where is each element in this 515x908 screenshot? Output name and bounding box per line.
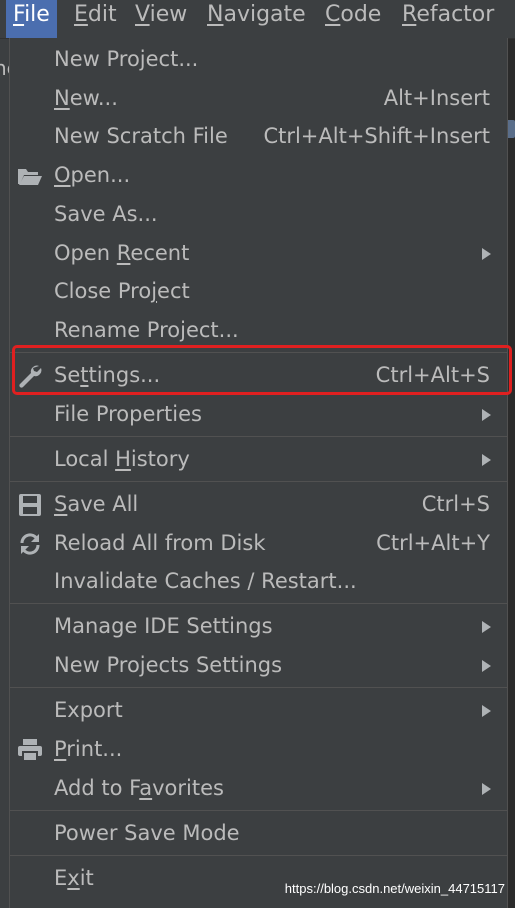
- menu-item-label: Local History: [54, 447, 190, 471]
- menu-item-shortcut: Ctrl+Alt+Shift+Insert: [263, 124, 490, 148]
- submenu-arrow-icon: [482, 409, 491, 421]
- menu-item-new-scratch-file[interactable]: New Scratch File Ctrl+Alt+Shift+Insert: [10, 117, 507, 156]
- menu-item-label: Add to Favorites: [54, 776, 224, 800]
- menu-item-label: Manage IDE Settings: [54, 614, 273, 638]
- menu-item-power-save-mode[interactable]: Power Save Mode: [10, 814, 507, 853]
- menu-item-label: Export: [54, 698, 123, 722]
- menu-item-invalidate-caches[interactable]: Invalidate Caches / Restart...: [10, 562, 507, 601]
- menu-separator: [10, 810, 507, 811]
- menu-item-label: New Projects Settings: [54, 653, 283, 677]
- submenu-arrow-icon: [482, 621, 491, 633]
- menu-item-label: Power Save Mode: [54, 821, 240, 845]
- submenu-arrow-icon: [482, 783, 491, 795]
- menu-separator: [10, 436, 507, 437]
- main-menubar: File Edit View Navigate Code Refactor: [0, 0, 515, 39]
- menu-item-label: Reload All from Disk: [54, 531, 266, 555]
- editor-background-right: [508, 38, 515, 908]
- menu-separator: [10, 687, 507, 688]
- menu-item-local-history[interactable]: Local History: [10, 440, 507, 479]
- submenu-arrow-icon: [482, 705, 491, 717]
- menu-item-close-project[interactable]: Close Project: [10, 272, 507, 311]
- menu-item-add-to-favorites[interactable]: Add to Favorites: [10, 769, 507, 808]
- menu-file[interactable]: File: [6, 0, 57, 38]
- menu-item-label: Open...: [54, 163, 131, 187]
- submenu-arrow-icon: [482, 454, 491, 466]
- menu-item-shortcut: Alt+Insert: [383, 86, 490, 110]
- menu-item-export[interactable]: Export: [10, 691, 507, 730]
- menu-item-shortcut: Ctrl+Alt+Y: [376, 531, 490, 555]
- menu-item-manage-ide-settings[interactable]: Manage IDE Settings: [10, 607, 507, 646]
- menu-item-label: Open Recent: [54, 241, 190, 265]
- menu-separator: [10, 603, 507, 604]
- menu-item-print[interactable]: Print...: [10, 730, 507, 769]
- menu-item-label: Save As...: [54, 202, 158, 226]
- menu-separator: [10, 855, 507, 856]
- menu-item-shortcut: Ctrl+S: [421, 492, 490, 516]
- submenu-arrow-icon: [482, 248, 491, 260]
- menu-item-new-projects-settings[interactable]: New Projects Settings: [10, 646, 507, 685]
- save-icon: [17, 492, 43, 518]
- menu-item-save-all[interactable]: Save All Ctrl+S: [10, 485, 507, 524]
- print-icon: [17, 737, 43, 763]
- menu-item-file-properties[interactable]: File Properties: [10, 395, 507, 434]
- menu-item-label: Invalidate Caches / Restart...: [54, 569, 357, 593]
- menu-item-save-as[interactable]: Save As...: [10, 195, 507, 234]
- menu-item-new[interactable]: New... Alt+Insert: [10, 79, 507, 118]
- menu-code[interactable]: Code: [318, 0, 388, 38]
- menu-item-open-recent[interactable]: Open Recent: [10, 234, 507, 273]
- menu-edit[interactable]: Edit: [67, 0, 124, 38]
- menu-item-reload-all[interactable]: Reload All from Disk Ctrl+Alt+Y: [10, 524, 507, 563]
- menu-item-label: Print...: [54, 737, 123, 761]
- menu-item-label: Exit: [54, 866, 94, 890]
- menu-item-new-project[interactable]: New Project...: [10, 40, 507, 79]
- menu-refactor[interactable]: Refactor: [395, 0, 501, 38]
- menu-item-label: New Project...: [54, 47, 199, 71]
- menu-item-label: Close Project: [54, 279, 190, 303]
- menu-item-open[interactable]: Open...: [10, 156, 507, 195]
- menu-item-label: New Scratch File: [54, 124, 228, 148]
- menu-view[interactable]: View: [128, 0, 194, 38]
- folder-open-icon: [17, 163, 43, 189]
- watermark-url: https://blog.csdn.net/weixin_44715117: [284, 881, 505, 896]
- menu-navigate[interactable]: Navigate: [200, 0, 313, 38]
- menu-item-label: New...: [54, 86, 118, 110]
- file-menu-dropdown: New Project... New... Alt+Insert New Scr…: [9, 38, 508, 908]
- settings-highlight-box: [12, 345, 512, 395]
- submenu-arrow-icon: [482, 660, 491, 672]
- reload-icon: [17, 531, 43, 557]
- menu-item-label: File Properties: [54, 402, 202, 426]
- menu-separator: [10, 481, 507, 482]
- menu-item-label: Save All: [54, 492, 139, 516]
